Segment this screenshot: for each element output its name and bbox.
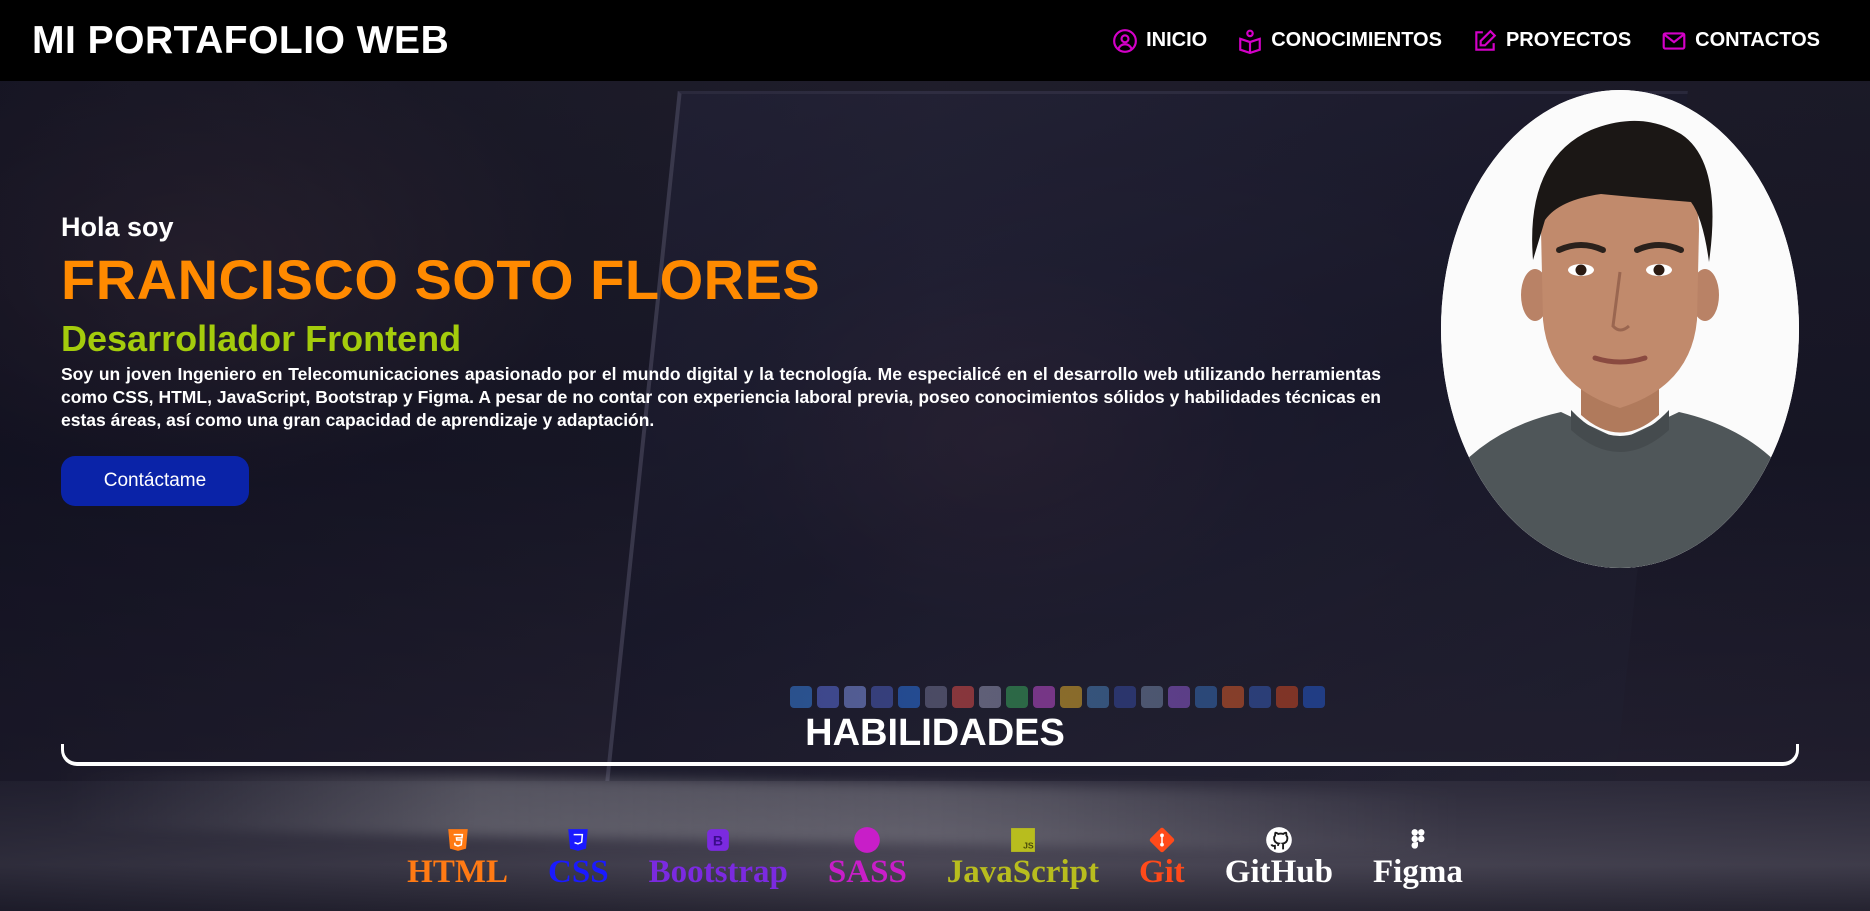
portrait-image <box>1441 90 1799 568</box>
skill-label: CSS <box>548 854 609 890</box>
skill-label: Bootstrap <box>648 854 788 890</box>
nav-item-label: CONTACTOS <box>1695 29 1820 51</box>
skill-label: Figma <box>1373 854 1463 890</box>
bootstrap-icon: B <box>704 826 732 854</box>
nav-item-label: CONOCIMIENTOS <box>1271 29 1442 51</box>
nav-item-label: PROYECTOS <box>1505 29 1632 51</box>
sass-icon <box>853 826 881 854</box>
skill-css[interactable]: CSS <box>548 826 609 889</box>
hero-intro: Hola soy FRANCISCO SOTO FLORES Desarroll… <box>61 212 1381 432</box>
skills-divider <box>61 744 1799 766</box>
main-nav: INICIO CONOCIMIENTOS PROYECTOS CONTACTOS <box>1112 28 1820 54</box>
nav-item-conocimientos[interactable]: CONOCIMIENTOS <box>1237 28 1442 54</box>
skill-label: JavaScript <box>946 854 1099 890</box>
css3-icon <box>564 826 592 854</box>
nav-item-inicio[interactable]: INICIO <box>1112 28 1207 54</box>
git-icon <box>1148 826 1176 854</box>
nav-item-proyectos[interactable]: PROYECTOS <box>1472 28 1631 54</box>
hero-name: FRANCISCO SOTO FLORES <box>61 248 821 311</box>
user-circle-icon <box>1113 28 1137 53</box>
mail-icon <box>1662 31 1686 50</box>
skill-html[interactable]: HTML <box>407 826 508 889</box>
skill-github[interactable]: GitHub <box>1225 826 1333 889</box>
skill-sass[interactable]: SASS <box>828 826 907 889</box>
skill-figma[interactable]: Figma <box>1373 826 1463 889</box>
skill-javascript[interactable]: JS JavaScript <box>947 826 1099 889</box>
javascript-icon: JS <box>1009 826 1037 854</box>
contact-me-button[interactable]: Contáctame <box>61 456 249 506</box>
brand-title[interactable]: MI PORTAFOLIO WEB <box>32 19 449 63</box>
github-icon <box>1265 826 1293 854</box>
edit-icon <box>1475 29 1497 51</box>
nav-item-contactos[interactable]: CONTACTOS <box>1661 28 1820 54</box>
figma-icon <box>1404 826 1432 854</box>
hero-greeting: Hola soy <box>61 212 174 242</box>
top-navbar: MI PORTAFOLIO WEB INICIO CONOCIMIENTOS P… <box>0 0 1870 81</box>
skill-label: HTML <box>407 854 509 890</box>
hero-bio: Soy un joven Ingeniero en Telecomunicaci… <box>61 364 1381 430</box>
svg-text:B: B <box>713 832 723 848</box>
nav-item-label: INICIO <box>1146 29 1208 51</box>
skill-label: SASS <box>827 854 907 890</box>
html5-icon <box>444 826 472 854</box>
svg-text:JS: JS <box>1023 841 1034 851</box>
skills-list: HTML CSS B Bootstrap SASS JS JavaScript … <box>0 826 1870 889</box>
skill-label: GitHub <box>1224 854 1333 890</box>
skill-git[interactable]: Git <box>1139 826 1185 889</box>
skill-bootstrap[interactable]: B Bootstrap <box>649 826 788 889</box>
hero-role: Desarrollador Frontend <box>61 318 462 359</box>
profile-photo <box>1441 90 1799 568</box>
book-icon <box>1239 29 1262 54</box>
skill-label: Git <box>1138 854 1185 890</box>
